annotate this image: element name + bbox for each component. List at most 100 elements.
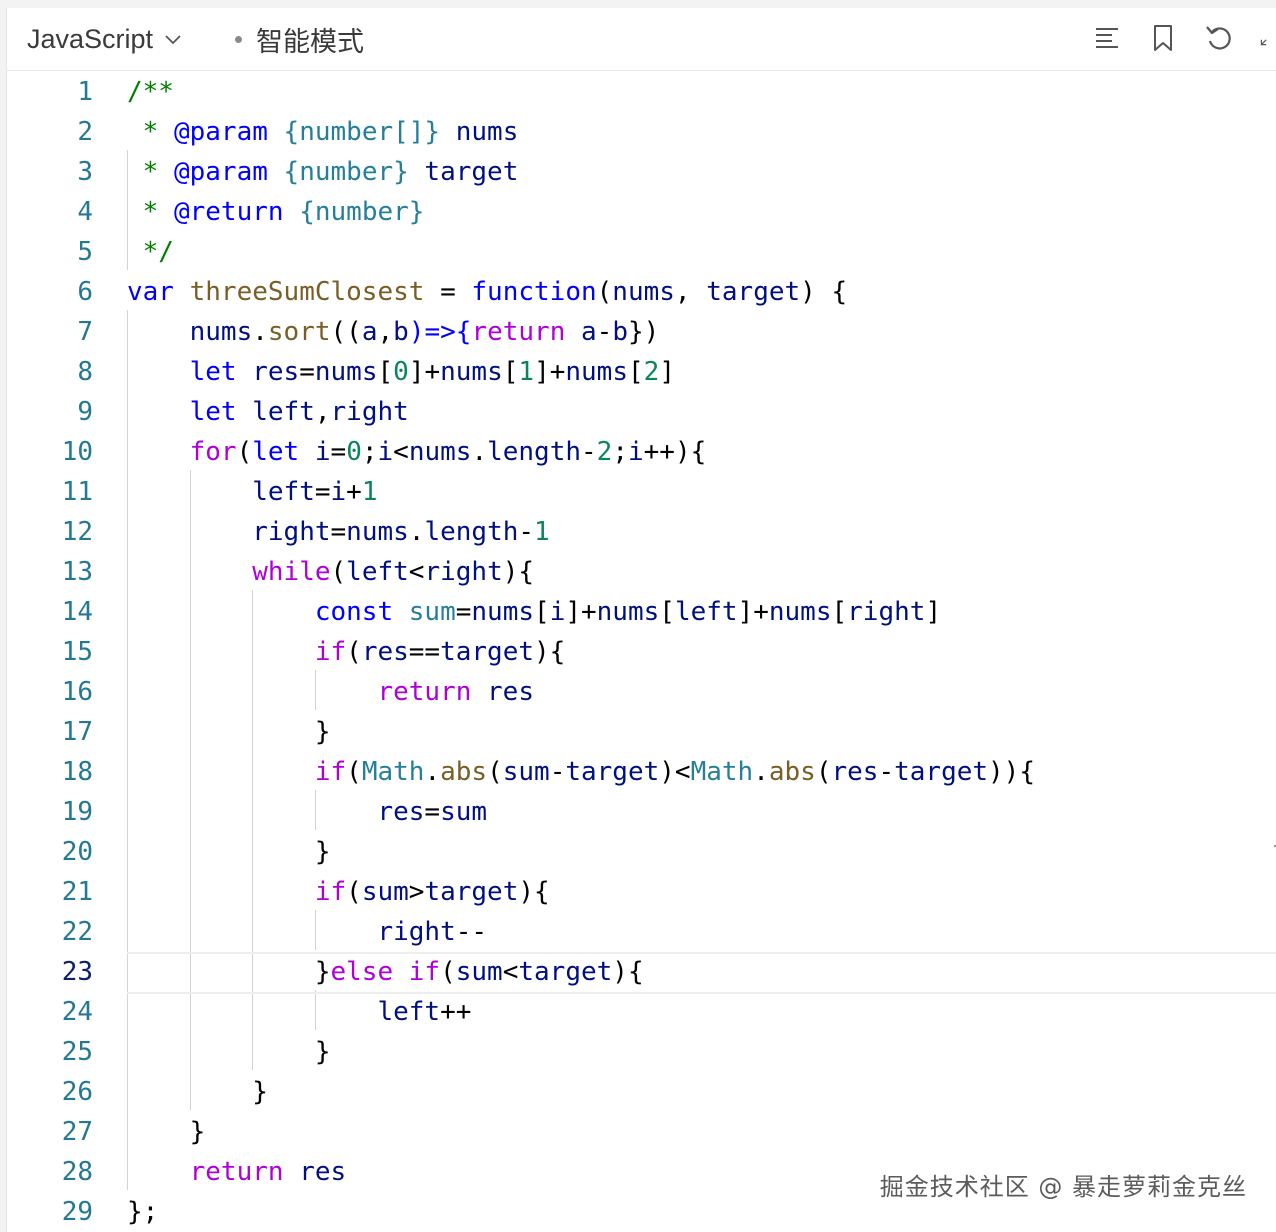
- code-text: if(res==target){: [127, 632, 565, 672]
- code-token: res: [831, 757, 879, 787]
- code-token: =: [330, 437, 347, 467]
- line-number: 24: [61, 997, 93, 1027]
- code-text: * @param {number[]} nums: [127, 112, 519, 152]
- code-line[interactable]: 19 res=sum: [7, 792, 1276, 832]
- line-number: 7: [77, 317, 93, 347]
- code-line[interactable]: 9 let left,right: [7, 392, 1276, 432]
- code-line[interactable]: 25 }: [7, 1032, 1276, 1072]
- code-token: if: [408, 957, 441, 987]
- line-number: 17: [61, 717, 93, 747]
- editor-toolbar: JavaScript 智能模式: [7, 8, 1276, 71]
- code-token: ++: [440, 997, 472, 1027]
- undo-icon[interactable]: [1203, 22, 1235, 54]
- mode-dot-icon: [235, 35, 242, 43]
- code-token: target: [408, 157, 519, 187]
- code-text: }: [127, 712, 331, 752]
- code-token: nums: [471, 597, 535, 627]
- code-line[interactable]: 13 while(left<right){: [7, 552, 1276, 592]
- code-line[interactable]: 5 */: [7, 232, 1276, 272]
- code-token: nums: [408, 437, 472, 467]
- code-token: ]+: [737, 597, 769, 627]
- code-line[interactable]: 2 * @param {number[]} nums: [7, 112, 1276, 152]
- code-line[interactable]: 24 left++: [7, 992, 1276, 1032]
- code-editor[interactable]: JavaScript 智能模式 1 /** 2 * @param {number…: [6, 8, 1276, 1232]
- code-line[interactable]: 17 }: [7, 712, 1276, 752]
- code-token: right: [847, 597, 926, 627]
- code-text: nums.sort((a,b)=>{return a-b}): [127, 312, 660, 352]
- code-area[interactable]: 1/** 2 * @param {number[]} nums 3 * @param…: [7, 70, 1276, 1232]
- code-text: left=i+1: [127, 472, 377, 512]
- code-text: if(Math.abs(sum-target)<Math.abs(res-tar…: [127, 752, 1035, 792]
- code-token: =: [424, 797, 441, 827]
- code-token: i: [627, 437, 644, 467]
- code-line[interactable]: 26 }: [7, 1072, 1276, 1112]
- expand-icon[interactable]: [1259, 22, 1276, 54]
- language-selector[interactable]: JavaScript: [27, 23, 183, 55]
- code-token: a: [581, 317, 597, 347]
- code-token: }): [627, 317, 660, 347]
- code-token: (: [330, 557, 347, 587]
- code-line[interactable]: 11 left=i+1: [7, 472, 1276, 512]
- code-token: ]: [659, 357, 675, 387]
- code-token: ]: [925, 597, 942, 627]
- format-icon[interactable]: [1091, 22, 1123, 54]
- code-line[interactable]: 27 }: [7, 1112, 1276, 1152]
- code-token: a: [361, 317, 378, 347]
- code-line[interactable]: 23 }else if(sum<target){: [7, 952, 1276, 994]
- code-line[interactable]: 18 if(Math.abs(sum-target)<Math.abs(res-…: [7, 752, 1276, 792]
- code-line[interactable]: 20 }: [7, 832, 1276, 872]
- line-number: 14: [61, 597, 93, 627]
- code-line[interactable]: 14 const sum=nums[i]+nums[left]+nums[rig…: [7, 592, 1276, 632]
- code-line[interactable]: 4 * @return {number}: [7, 192, 1276, 232]
- line-number: 19: [61, 797, 93, 827]
- smart-mode-toggle[interactable]: 智能模式: [235, 23, 364, 57]
- code-token: Math: [690, 757, 754, 787]
- code-token: sum: [440, 797, 488, 827]
- code-token: -: [549, 757, 566, 787]
- code-token: -: [518, 517, 535, 547]
- code-text: }: [127, 1072, 268, 1112]
- code-token: nums: [189, 317, 253, 347]
- code-line[interactable]: 1 /**: [7, 72, 1276, 112]
- line-number: 28: [61, 1157, 93, 1187]
- code-token: };: [127, 1197, 159, 1227]
- code-line[interactable]: 7 nums.sort((a,b)=>{return a-b}): [7, 312, 1276, 352]
- code-token: target: [706, 277, 801, 307]
- code-token: (: [346, 637, 362, 667]
- code-line[interactable]: 12 right=nums.length-1: [7, 512, 1276, 552]
- code-line[interactable]: 10 for(let i=0;i<nums.length-2;i++){: [7, 432, 1276, 472]
- code-token: nums: [346, 517, 409, 547]
- code-line[interactable]: 22 right--: [7, 912, 1276, 952]
- code-text: right--: [127, 912, 487, 952]
- code-line[interactable]: 8 let res=nums[0]+nums[1]+nums[2]: [7, 352, 1276, 392]
- code-token: =: [455, 597, 472, 627]
- code-text: if(sum>target){: [127, 872, 550, 912]
- code-token: 1: [518, 357, 535, 387]
- code-text: for(let i=0;i<nums.length-2;i++){: [127, 432, 707, 472]
- code-line[interactable]: 21 if(sum>target){: [7, 872, 1276, 912]
- code-token: i: [330, 477, 347, 507]
- bookmark-icon[interactable]: [1147, 22, 1179, 54]
- code-token: =: [330, 517, 347, 547]
- code-token: [: [628, 357, 644, 387]
- code-line[interactable]: 3 * @param {number} target: [7, 152, 1276, 192]
- code-text: };: [127, 1192, 158, 1232]
- code-line[interactable]: 16 return res: [7, 672, 1276, 712]
- code-line[interactable]: 6 var threeSumClosest = function(nums, ta…: [7, 272, 1276, 312]
- code-line[interactable]: 15 if(res==target){: [7, 632, 1276, 672]
- code-token: function: [471, 277, 597, 307]
- code-token: ){: [502, 557, 535, 587]
- line-number: 21: [61, 877, 93, 907]
- code-token: res: [252, 357, 300, 387]
